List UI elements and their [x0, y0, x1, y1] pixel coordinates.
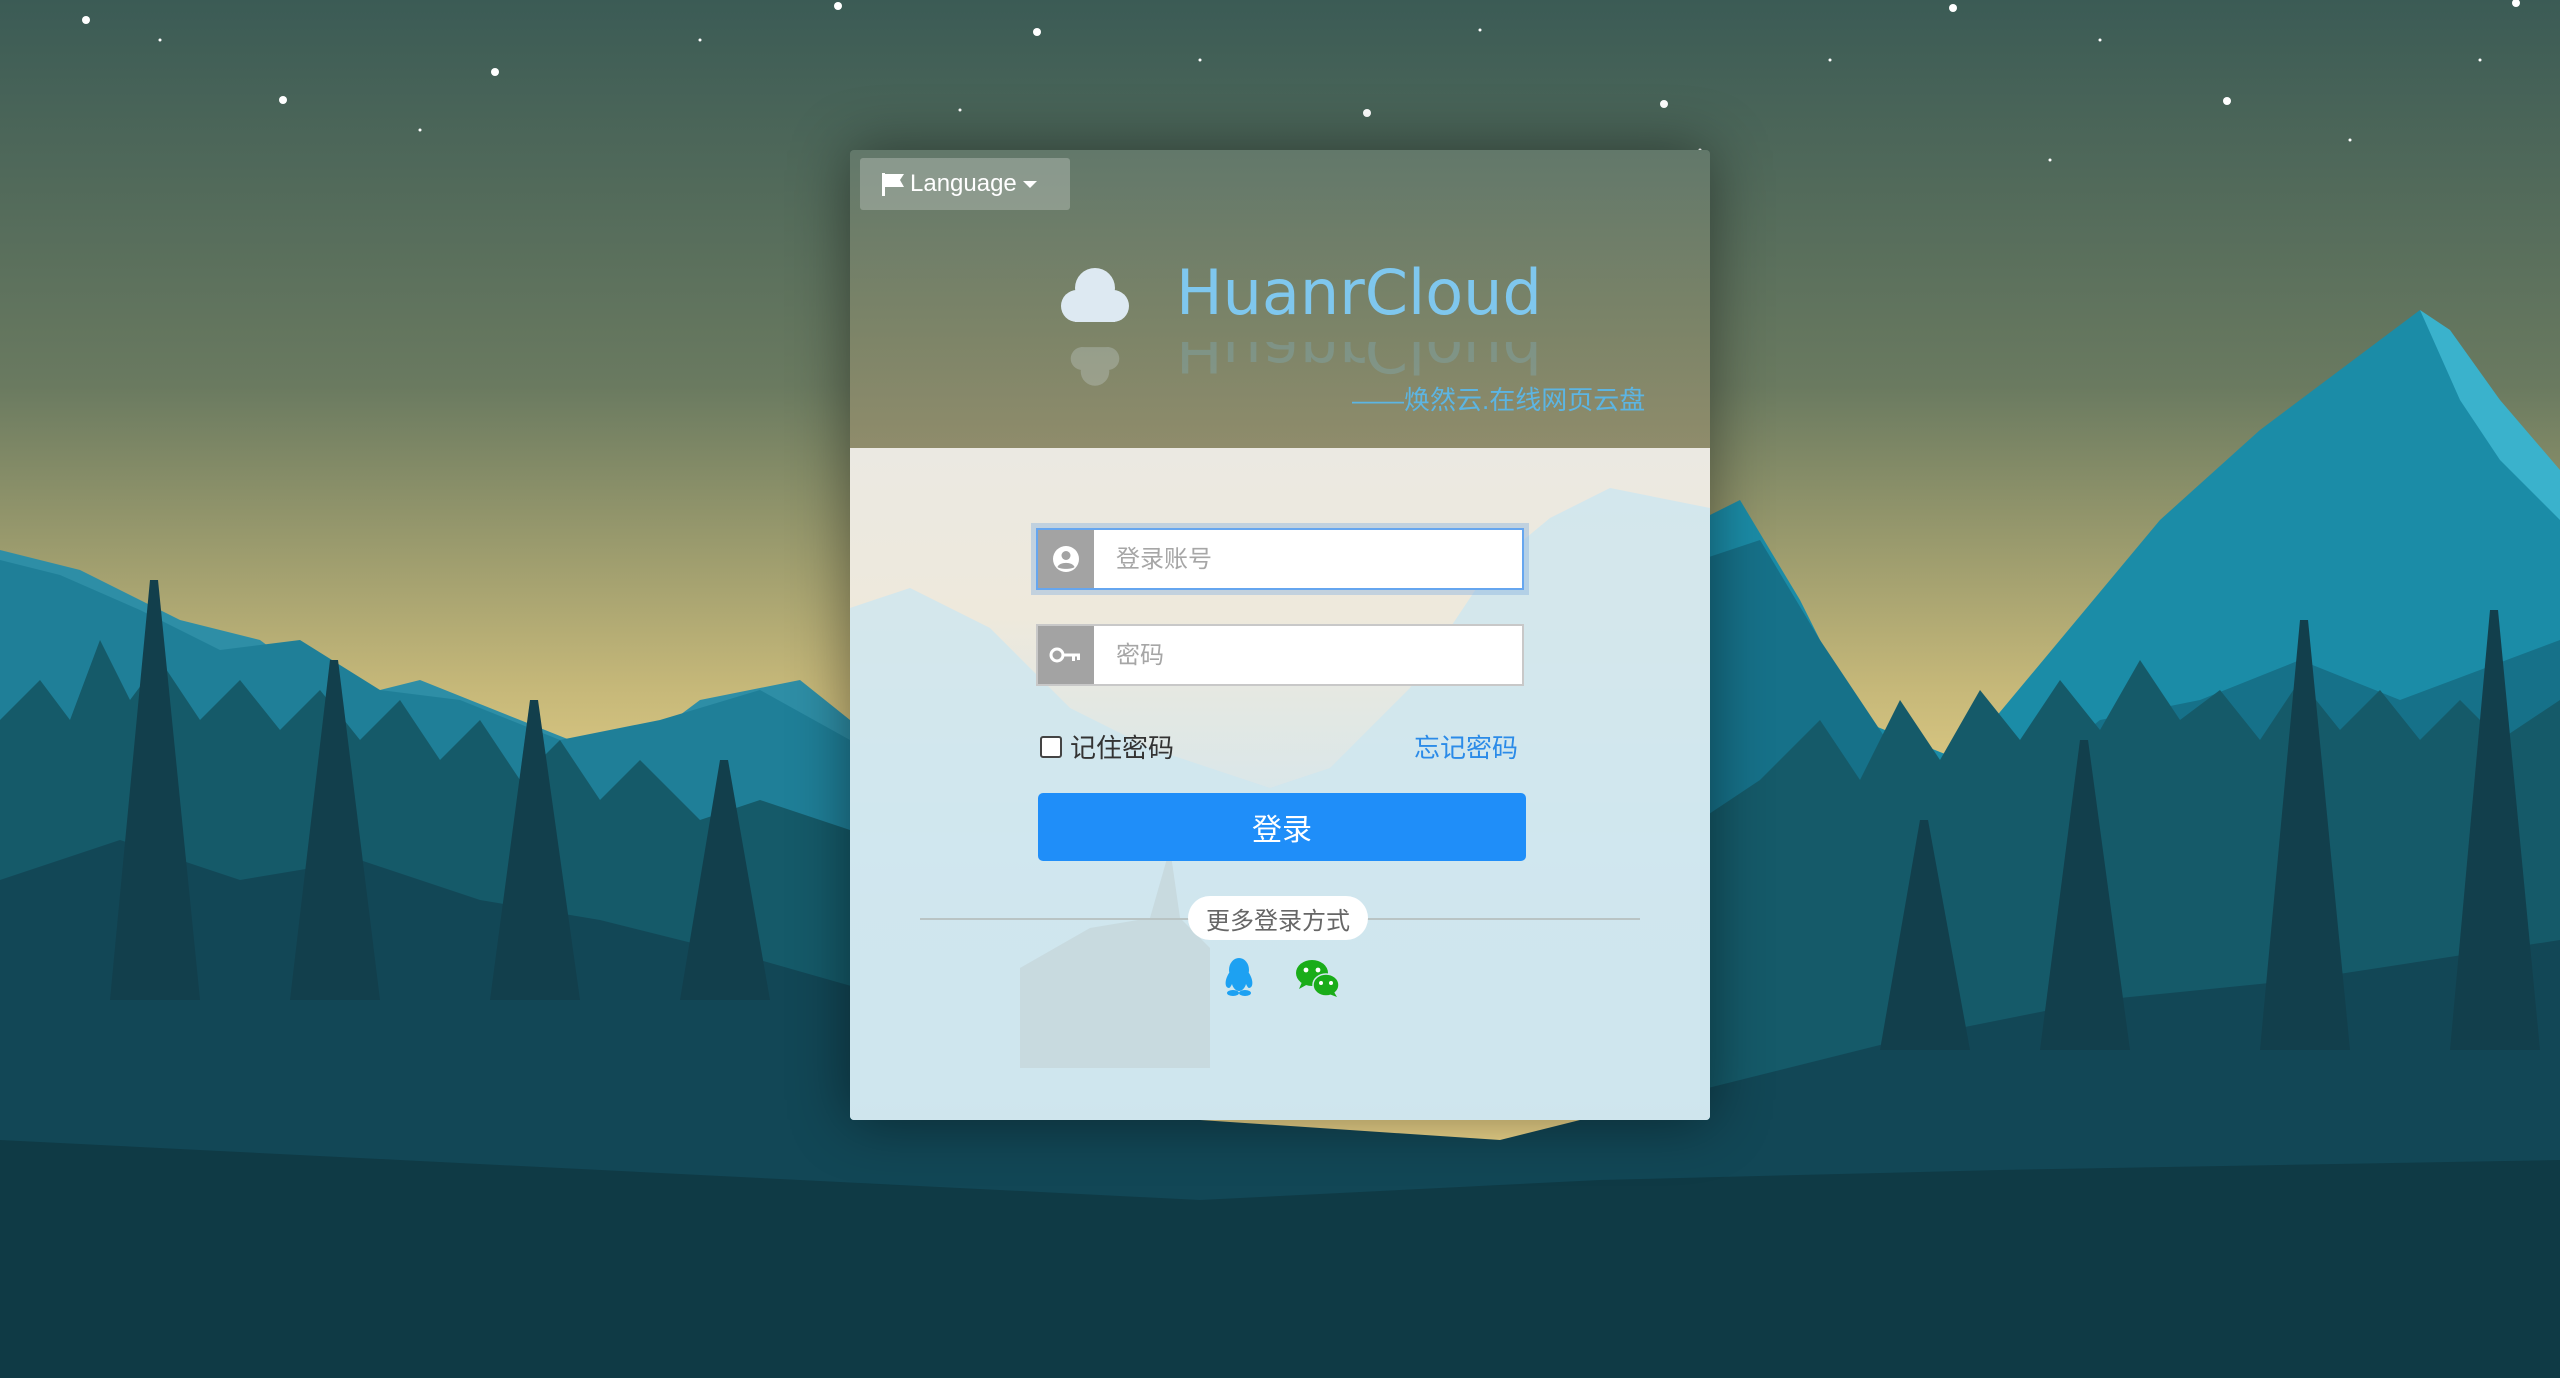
cloud-icon [1061, 268, 1129, 322]
remember-password[interactable]: 记住密码 [1040, 728, 1174, 765]
username-field-group [1036, 528, 1524, 590]
remember-checkbox[interactable] [1040, 735, 1062, 758]
remember-label: 记住密码 [1070, 734, 1175, 764]
brand-tagline: ——焕然云.在线网页云盘 [1352, 385, 1646, 415]
wechat-icon[interactable] [1294, 958, 1340, 998]
forgot-password-link[interactable]: 忘记密码 [1414, 728, 1518, 765]
cloud-icon-reflection [1070, 347, 1120, 386]
key-icon [1049, 647, 1080, 663]
user-addon [1038, 530, 1094, 588]
more-login-methods-label: 更多登录方式 [1188, 896, 1368, 940]
password-field-group [1036, 624, 1524, 686]
qq-icon[interactable] [1220, 955, 1258, 997]
user-circle-icon [1053, 546, 1079, 572]
password-input[interactable] [1094, 626, 1522, 684]
username-input[interactable] [1094, 530, 1522, 588]
login-button[interactable]: 登录 [1038, 793, 1526, 861]
brand-title: HuanrCloud [1176, 256, 1542, 329]
flag-icon [882, 173, 904, 196]
chevron-down-icon [1022, 180, 1037, 188]
language-label: Language [910, 170, 1017, 197]
key-addon [1038, 626, 1094, 684]
language-dropdown[interactable]: Language [860, 158, 1070, 210]
